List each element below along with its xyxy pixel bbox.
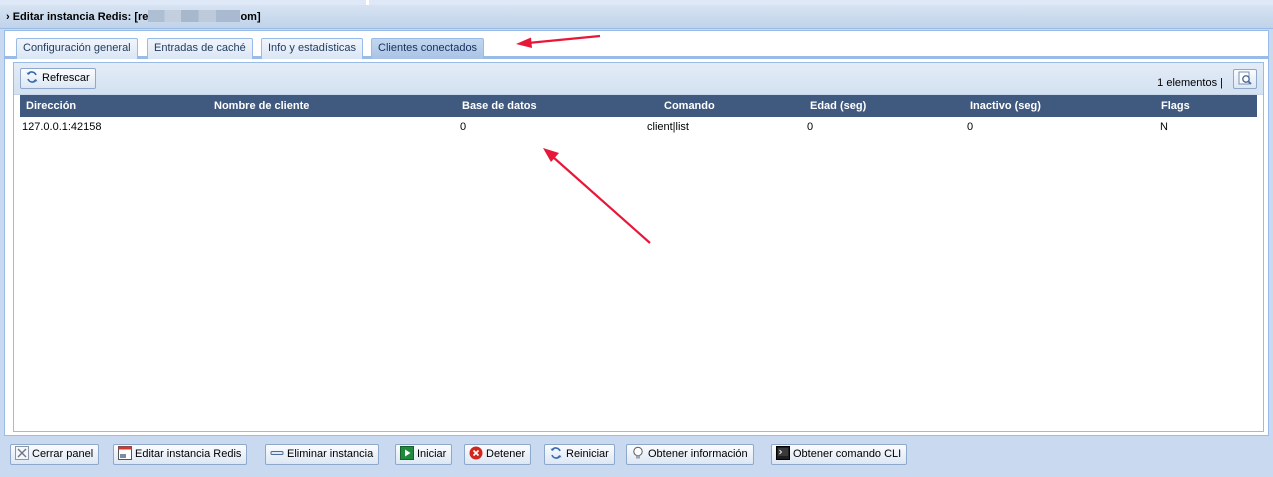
table-row[interactable]: 127.0.0.1:42158 0 client|list 0 0 N bbox=[20, 117, 1257, 137]
close-panel-button[interactable]: Cerrar panel bbox=[10, 444, 100, 465]
start-button[interactable]: Iniciar bbox=[395, 444, 453, 465]
search-button[interactable] bbox=[1233, 69, 1257, 89]
panel-title-suffix: om] bbox=[240, 11, 261, 23]
restart-button[interactable]: Reiniciar bbox=[544, 444, 615, 465]
lightbulb-icon bbox=[631, 446, 645, 460]
grid-header: Dirección Nombre de cliente Base de dato… bbox=[20, 95, 1257, 117]
col-age[interactable]: Edad (seg) bbox=[810, 95, 866, 117]
col-address[interactable]: Dirección bbox=[26, 95, 76, 117]
play-icon bbox=[400, 446, 414, 460]
panel-title-bar[interactable]: › Editar instancia Redis: [re om] bbox=[0, 5, 1273, 29]
col-flags[interactable]: Flags bbox=[1161, 95, 1190, 117]
edit-window-icon bbox=[118, 446, 132, 460]
panel-title-prefix: › Editar instancia Redis: [re bbox=[6, 11, 149, 23]
edit-instance-label: Editar instancia Redis bbox=[135, 448, 242, 460]
cell-flags: N bbox=[1160, 121, 1168, 133]
get-cli-command-label: Obtener comando CLI bbox=[793, 448, 902, 460]
close-panel-label: Cerrar panel bbox=[32, 448, 94, 460]
cell-command: client|list bbox=[647, 121, 689, 133]
terminal-icon bbox=[776, 446, 790, 460]
col-command[interactable]: Comando bbox=[664, 95, 715, 117]
start-label: Iniciar bbox=[417, 448, 447, 460]
redacted-hostname bbox=[148, 10, 241, 22]
refresh-icon bbox=[25, 70, 39, 84]
delete-instance-label: Eliminar instancia bbox=[287, 448, 374, 460]
cell-database: 0 bbox=[460, 121, 467, 133]
col-client-name[interactable]: Nombre de cliente bbox=[214, 95, 309, 117]
stop-label: Detener bbox=[486, 448, 526, 460]
close-icon bbox=[15, 446, 29, 460]
cell-idle: 0 bbox=[967, 121, 974, 133]
item-count: 1 elementos | bbox=[1157, 77, 1223, 89]
get-info-label: Obtener información bbox=[648, 448, 748, 460]
delete-instance-button[interactable]: Eliminar instancia bbox=[265, 444, 380, 465]
get-info-button[interactable]: Obtener información bbox=[626, 444, 754, 465]
tab-info-stats[interactable]: Info y estadísticas bbox=[261, 38, 364, 59]
grid-toolbar: Refrescar 1 elementos | bbox=[14, 63, 1263, 95]
edit-instance-button[interactable]: Editar instancia Redis bbox=[113, 444, 248, 465]
cell-address: 127.0.0.1:42158 bbox=[22, 121, 102, 133]
col-idle[interactable]: Inactivo (seg) bbox=[970, 95, 1041, 117]
refresh-icon bbox=[549, 446, 563, 460]
tab-cache-entries[interactable]: Entradas de caché bbox=[147, 38, 253, 59]
tab-general-config[interactable]: Configuración general bbox=[16, 38, 138, 59]
get-cli-command-button[interactable]: Obtener comando CLI bbox=[771, 444, 908, 465]
clients-grid-panel: Refrescar 1 elementos | Dirección Nombre… bbox=[13, 62, 1264, 432]
cell-age: 0 bbox=[807, 121, 814, 133]
col-database[interactable]: Base de datos bbox=[462, 95, 537, 117]
restart-label: Reiniciar bbox=[566, 448, 609, 460]
panel-body: Configuración general Entradas de caché … bbox=[4, 30, 1269, 436]
refresh-label: Refrescar bbox=[42, 72, 90, 84]
refresh-button[interactable]: Refrescar bbox=[20, 68, 96, 89]
stop-button[interactable]: Detener bbox=[464, 444, 532, 465]
tab-bar: Configuración general Entradas de caché … bbox=[5, 31, 1268, 59]
minus-icon bbox=[270, 446, 284, 460]
tab-connected-clients[interactable]: Clientes conectados bbox=[371, 38, 485, 59]
action-toolbar: Cerrar panel Editar instancia Redis Elim… bbox=[0, 437, 1273, 477]
stop-icon bbox=[469, 446, 483, 460]
magnifier-icon bbox=[1238, 71, 1252, 85]
